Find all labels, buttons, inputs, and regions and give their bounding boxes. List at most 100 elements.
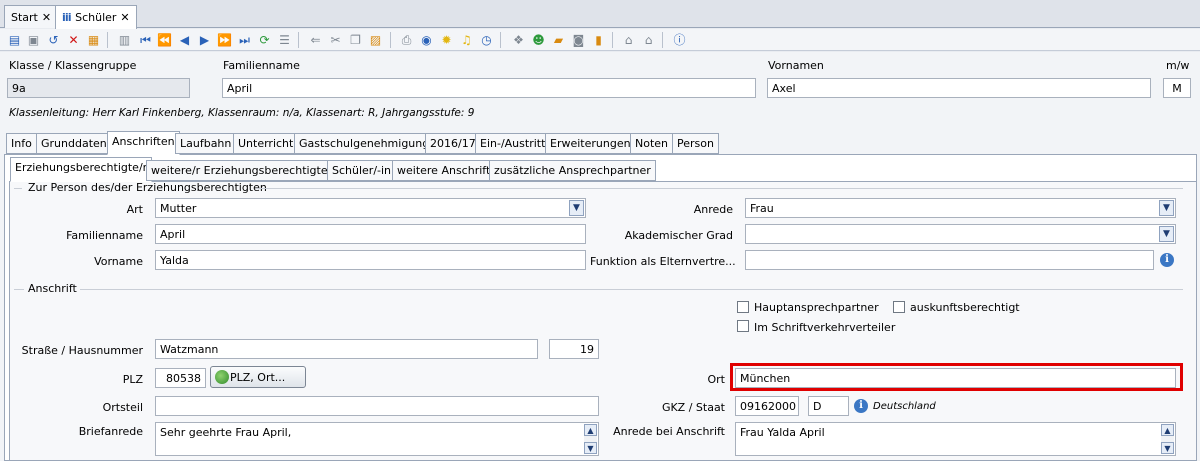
delete-icon[interactable]: ✕: [65, 32, 82, 48]
plz-ort-button[interactable]: PLZ, Ort...: [210, 366, 306, 388]
idea-icon[interactable]: ✹: [438, 32, 455, 48]
clock-icon[interactable]: ◷: [478, 32, 495, 48]
next-record-icon[interactable]: ▶: [196, 32, 213, 48]
funktion-field[interactable]: [745, 250, 1154, 270]
eb-familienname-field[interactable]: April: [155, 224, 586, 244]
subtab-weitere-anschrift[interactable]: weitere Anschrift: [392, 160, 496, 181]
art-select[interactable]: Mutter ▼: [155, 198, 586, 218]
plz-field[interactable]: 80538: [155, 368, 206, 388]
info-icon[interactable]: i: [854, 399, 868, 413]
vornamen-field[interactable]: Axel: [767, 78, 1151, 98]
database-icon[interactable]: ◙: [570, 32, 587, 48]
tab-schueler[interactable]: ⅲ Schüler ✕: [55, 5, 137, 29]
scroll-down-icon[interactable]: ▼: [1161, 442, 1174, 454]
chevron-down-icon[interactable]: ▼: [1159, 226, 1174, 242]
tab-anschriften[interactable]: Anschriften: [107, 131, 180, 155]
first-record-icon[interactable]: ⏮: [137, 32, 154, 48]
klasse-field[interactable]: 9a: [7, 78, 190, 98]
subtab-erziehungsberechtigte[interactable]: Erziehungsberechtigte/r: [10, 157, 153, 182]
tab-start-label: Start: [11, 11, 38, 24]
subtab-ansprechpartner[interactable]: zusätzliche Ansprechpartner: [489, 160, 656, 181]
bell-icon[interactable]: ♫: [458, 32, 475, 48]
view-icon[interactable]: ◉: [418, 32, 435, 48]
akad-grad-label: Akademischer Grad: [624, 229, 733, 242]
close-icon[interactable]: ✕: [120, 11, 129, 24]
eb-vorname-field[interactable]: Yalda: [155, 250, 586, 270]
anrede-anschrift-textarea[interactable]: Frau Yalda April ▲ ▼: [735, 422, 1176, 456]
previous-record-icon[interactable]: ◀: [176, 32, 193, 48]
gkz-field[interactable]: 09162000: [735, 396, 799, 416]
back-arrow-icon[interactable]: ⇐: [307, 32, 324, 48]
scroll-up-icon[interactable]: ▲: [1161, 424, 1174, 436]
tab-person[interactable]: Person: [672, 133, 719, 154]
schriftverkehr-label: Im Schriftverkehrverteiler: [754, 321, 896, 334]
list-icon[interactable]: ☰: [276, 32, 293, 48]
previous-page-icon[interactable]: ⏪: [156, 32, 173, 48]
paste-icon[interactable]: ▨: [367, 32, 384, 48]
chevron-down-icon[interactable]: ▼: [569, 200, 584, 216]
print-preview-icon[interactable]: ▦: [85, 32, 102, 48]
briefanrede-label: Briefanrede: [78, 425, 143, 438]
package-icon[interactable]: ❖: [510, 32, 527, 48]
document-icon[interactable]: ▮: [590, 32, 607, 48]
last-record-icon[interactable]: ⏭: [236, 32, 253, 48]
globe-icon: [215, 370, 229, 384]
highlight-box: [730, 363, 1183, 391]
tab-unterricht[interactable]: Unterricht: [233, 133, 299, 154]
subtab-schueler[interactable]: Schüler/-in: [327, 160, 397, 181]
new-record-icon[interactable]: ▤: [6, 32, 23, 48]
tab-noten[interactable]: Noten: [630, 133, 674, 154]
home-alt-icon[interactable]: ⌂: [640, 32, 657, 48]
home-icon[interactable]: ⌂: [620, 32, 637, 48]
anrede-anschrift-value: Frau Yalda April: [740, 426, 825, 439]
undo-icon[interactable]: ↺: [45, 32, 62, 48]
hausnummer-field[interactable]: 19: [549, 339, 599, 359]
anrede-anschrift-label: Anrede bei Anschrift: [613, 425, 725, 438]
akad-grad-select[interactable]: ▼: [745, 224, 1176, 244]
tab-start[interactable]: Start ✕: [4, 5, 59, 28]
tab-gastschulgenehmigung[interactable]: Gastschulgenehmigung: [294, 133, 435, 154]
chevron-down-icon[interactable]: ▼: [1159, 200, 1174, 216]
vornamen-label: Vornamen: [768, 59, 824, 72]
scrollbar[interactable]: ▲ ▼: [1161, 424, 1174, 454]
anrede-select[interactable]: Frau ▼: [745, 198, 1176, 218]
copy-clipboard-icon[interactable]: ❐: [347, 32, 364, 48]
tab-ein-austritt[interactable]: Ein-/Austritt: [475, 133, 551, 154]
info-icon[interactable]: i: [1160, 253, 1174, 267]
next-page-icon[interactable]: ⏩: [216, 32, 233, 48]
tab-grunddaten[interactable]: Grunddaten: [36, 133, 112, 154]
familienname-field[interactable]: April: [222, 78, 756, 98]
folder-arrow-icon[interactable]: ▰: [550, 32, 567, 48]
cut-icon[interactable]: ✂: [327, 32, 344, 48]
gkz-label: GKZ / Staat: [661, 401, 725, 414]
user-icon[interactable]: ☻: [530, 32, 547, 48]
scroll-down-icon[interactable]: ▼: [584, 442, 597, 454]
familienname-label-2: Familienname: [66, 229, 143, 242]
printer-icon[interactable]: ⎙: [398, 32, 415, 48]
mw-label: m/w: [1166, 59, 1190, 72]
auskunftsberechtigt-label: auskunftsberechtigt: [910, 301, 1020, 314]
ortsteil-field[interactable]: [155, 396, 599, 416]
strasse-field[interactable]: Watzmann: [155, 339, 538, 359]
tab-erweiterungen[interactable]: Erweiterungen: [545, 133, 636, 154]
hauptansprechpartner-checkbox[interactable]: [737, 301, 749, 313]
art-label: Art: [126, 203, 143, 216]
tab-info[interactable]: Info: [6, 133, 37, 154]
subtab-weitere-erziehungsberechtigte[interactable]: weitere/r Erziehungsberechtigte/r: [146, 160, 341, 181]
briefanrede-value: Sehr geehrte Frau April,: [160, 426, 292, 439]
gender-field[interactable]: M: [1163, 78, 1191, 98]
tab-schuljahr[interactable]: 2016/17: [425, 133, 481, 154]
vorname-label: Vorname: [94, 255, 143, 268]
plz-label: PLZ: [122, 373, 143, 386]
copy-icon[interactable]: ▥: [116, 32, 133, 48]
auskunftsberechtigt-checkbox[interactable]: [893, 301, 905, 313]
refresh-icon[interactable]: ⟳: [256, 32, 273, 48]
help-icon[interactable]: ⓘ: [671, 32, 688, 48]
briefanrede-textarea[interactable]: Sehr geehrte Frau April, ▲ ▼: [155, 422, 599, 456]
staat-field[interactable]: D: [808, 396, 849, 416]
save-icon[interactable]: ▣: [25, 32, 42, 48]
tab-laufbahn[interactable]: Laufbahn: [175, 133, 237, 154]
schriftverkehr-checkbox[interactable]: [737, 320, 749, 332]
anrede-label: Anrede: [693, 203, 733, 216]
close-icon[interactable]: ✕: [42, 11, 51, 24]
